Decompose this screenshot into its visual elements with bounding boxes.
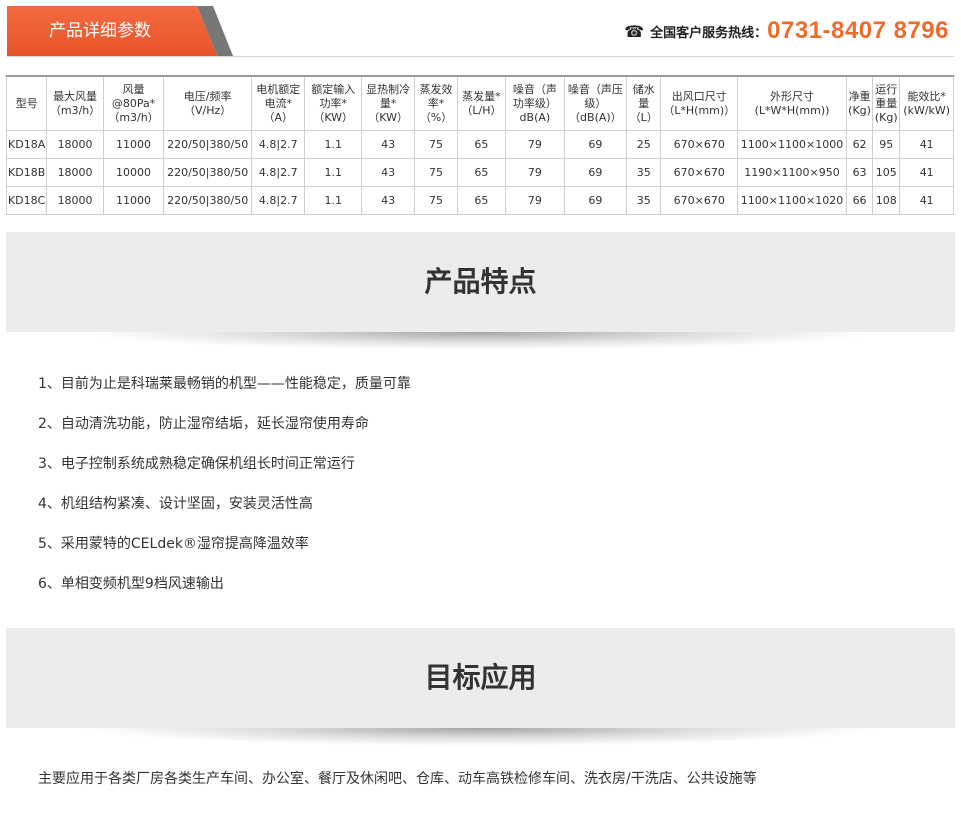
table-cell: 108	[872, 186, 901, 215]
table-body: KD18A 18000 11000 220/50|380/50 4.8|2.7 1.1 43…	[5, 130, 954, 215]
table-header-cell: 噪音（声压 级） （dB(A)）	[563, 75, 628, 131]
table-cell: 105	[872, 158, 901, 187]
table-cell: 11000	[102, 130, 165, 159]
header: 产品详细参数 ☎ 全国客户服务热线： 0731-8407 8796	[0, 0, 961, 62]
table-cell: 43	[360, 130, 416, 159]
table-cell: 1.1	[304, 130, 362, 159]
table-cell: 1190×1100×950	[737, 158, 847, 187]
table-cell: KD18A	[5, 130, 48, 159]
table-cell: 65	[456, 186, 507, 215]
table-cell: 41	[899, 130, 954, 159]
features-banner-shadow	[80, 332, 880, 350]
table-cell: 35	[626, 158, 662, 187]
hotline-label: 全国客户服务热线：	[650, 25, 768, 41]
table-cell: 220/50|380/50	[163, 186, 253, 215]
table-cell: 4.8|2.7	[251, 158, 306, 187]
table-header-cell: 蒸发量* （L/H）	[456, 75, 507, 131]
application-banner-shadow	[80, 728, 880, 746]
hotline-number: 0731-8407 8796	[767, 17, 949, 44]
spec-table: 型号 最大风量 （m3/h） 风量 @80Pa* （m3/h） 电压/频率 （V/Hz） 电机额…	[5, 75, 954, 215]
table-cell: 18000	[46, 158, 104, 187]
table-header-cell: 运行 重量 (Kg)	[872, 75, 901, 131]
table-cell: 25	[626, 130, 662, 159]
table-header-row: 型号 最大风量 （m3/h） 风量 @80Pa* （m3/h） 电压/频率 （V/Hz） 电机额…	[5, 75, 954, 131]
table-cell: 11000	[102, 186, 165, 215]
table-cell: 95	[872, 130, 901, 159]
table-header-cell: 电压/频率 （V/Hz）	[163, 75, 253, 131]
table-header-cell: 额定输入 功率* （KW）	[304, 75, 362, 131]
table-cell: 75	[414, 186, 458, 215]
table-cell: 10000	[102, 158, 165, 187]
application-title: 目标应用	[424, 661, 537, 694]
table-cell: 18000	[46, 186, 104, 215]
feature-item: 4、机组结构紧凑、设计坚固，安装灵活性高	[38, 496, 313, 512]
table-cell: 43	[360, 158, 416, 187]
table-row: KD18C 18000 11000 220/50|380/50 4.8|2.7 1.1 43…	[5, 186, 954, 215]
table-header-cell: 最大风量 （m3/h）	[46, 75, 104, 131]
application-banner: 目标应用	[6, 628, 955, 728]
table-row: KD18B 18000 10000 220/50|380/50 4.8|2.7 1.1 43…	[5, 158, 954, 187]
feature-item: 5、采用蒙特的CELdek®湿帘提高降温效率	[38, 536, 309, 552]
section-title-params: 产品详细参数	[7, 6, 217, 56]
features-title: 产品特点	[424, 265, 537, 298]
table-header-cell: 能效比* (kW/kW)	[899, 75, 954, 131]
table-header-cell: 风量 @80Pa* （m3/h）	[102, 75, 165, 131]
table-cell: 4.8|2.7	[251, 130, 306, 159]
table-cell: 1100×1100×1000	[737, 130, 847, 159]
table-cell: 670×670	[660, 130, 739, 159]
table-row: KD18A 18000 11000 220/50|380/50 4.8|2.7 1.1 43…	[5, 130, 954, 159]
table-header-cell: 型号	[5, 75, 48, 131]
table-cell: 4.8|2.7	[251, 186, 306, 215]
table-cell: 35	[626, 186, 662, 215]
table-cell: 62	[845, 130, 874, 159]
table-cell: 75	[414, 130, 458, 159]
table-cell: 69	[563, 186, 628, 215]
table-header-cell: 外形尺寸 (L*W*H(mm))	[737, 75, 847, 131]
table-cell: 18000	[46, 130, 104, 159]
phone-icon: ☎	[624, 21, 645, 41]
table-cell: 65	[456, 130, 507, 159]
table-cell: 69	[563, 130, 628, 159]
table-cell: 79	[505, 186, 565, 215]
table-cell: 79	[505, 158, 565, 187]
table-header-cell: 噪音（声 功率级） dB(A)	[505, 75, 565, 131]
table-cell: KD18B	[5, 158, 48, 187]
table-header-cell: 出风口尺寸 （L*H(mm)）	[660, 75, 739, 131]
table-cell: 1.1	[304, 186, 362, 215]
table-cell: 69	[563, 158, 628, 187]
header-divider	[7, 56, 954, 57]
features-banner: 产品特点	[6, 232, 955, 332]
hotline: ☎ 全国客户服务热线： 0731-8407 8796	[624, 14, 949, 48]
table-cell: 75	[414, 158, 458, 187]
application-text: 主要应用于各类厂房各类生产车间、办公室、餐厅及休闲吧、仓库、动车高铁检修车间、洗…	[38, 771, 757, 787]
table-cell: 65	[456, 158, 507, 187]
table-cell: 66	[845, 186, 874, 215]
table-cell: KD18C	[5, 186, 48, 215]
feature-item: 6、单相变频机型9档风速输出	[38, 576, 224, 592]
table-header-cell: 净重 (Kg)	[845, 75, 874, 131]
table-cell: 41	[899, 158, 954, 187]
table-cell: 220/50|380/50	[163, 130, 253, 159]
table-header-cell: 显热制冷 量* （KW）	[360, 75, 416, 131]
features-list: 1、目前为止是科瑞莱最畅销的机型——性能稳定，质量可靠 2、自动清洗功能，防止湿帘…	[38, 372, 411, 612]
table-header-cell: 电机额定 电流* （A）	[251, 75, 306, 131]
feature-item: 2、自动清洗功能，防止湿帘结垢，延长湿帘使用寿命	[38, 416, 369, 432]
feature-item: 1、目前为止是科瑞莱最畅销的机型——性能稳定，质量可靠	[38, 376, 411, 392]
table-cell: 43	[360, 186, 416, 215]
table-cell: 63	[845, 158, 874, 187]
table-cell: 1.1	[304, 158, 362, 187]
table-header-cell: 蒸发效 率* （%）	[414, 75, 458, 131]
table-cell: 79	[505, 130, 565, 159]
table-cell: 1100×1100×1020	[737, 186, 847, 215]
table-header-cell: 储水量（L）	[626, 75, 662, 131]
feature-item: 3、电子控制系统成熟稳定确保机组长时间正常运行	[38, 456, 355, 472]
table-cell: 670×670	[660, 186, 739, 215]
table-cell: 41	[899, 186, 954, 215]
table-cell: 670×670	[660, 158, 739, 187]
table-cell: 220/50|380/50	[163, 158, 253, 187]
